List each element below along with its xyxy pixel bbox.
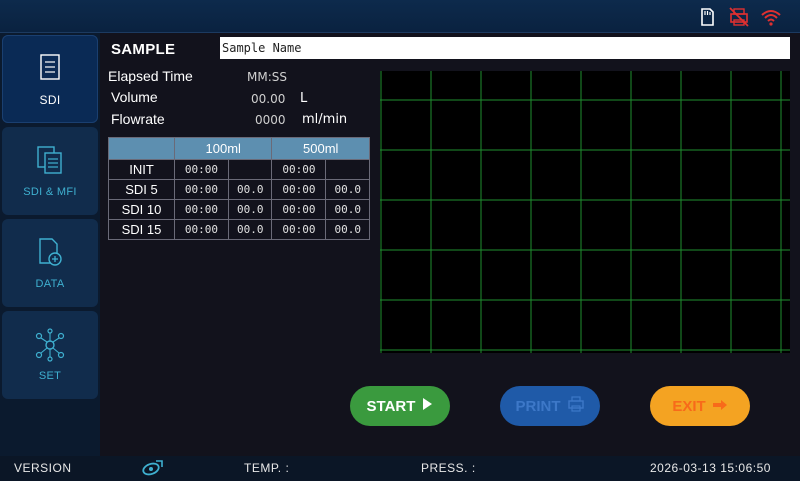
flowrate-unit: ml/min bbox=[302, 112, 348, 127]
table-header-row: 100ml 500ml bbox=[108, 137, 370, 160]
play-icon bbox=[421, 397, 433, 415]
sd-card-icon bbox=[696, 6, 718, 28]
flow-graph bbox=[380, 71, 790, 353]
sidebar-item-label: SET bbox=[38, 370, 62, 382]
main-panel: SAMPLE Elapsed Time MM:SS Volume 00.00 L… bbox=[100, 33, 800, 456]
arrow-right-icon bbox=[712, 398, 728, 415]
table-cell: 00:00 bbox=[271, 179, 327, 200]
printer-disconnected-icon bbox=[728, 6, 750, 28]
table-cell bbox=[227, 159, 273, 180]
print-button-label: PRINT bbox=[515, 397, 561, 415]
flowrate-value: 0000 bbox=[255, 113, 286, 127]
sidebar-item-label: SDI bbox=[39, 93, 61, 107]
table-cell: 00:00 bbox=[174, 159, 229, 180]
sample-name-input[interactable] bbox=[220, 37, 790, 59]
table-cell: 00:00 bbox=[174, 179, 229, 200]
top-status-bar bbox=[0, 0, 800, 33]
table-cell: 00.0 bbox=[227, 199, 273, 220]
volume-label: Volume bbox=[111, 89, 158, 105]
table-cell: 00:00 bbox=[271, 199, 327, 220]
network-settings-icon bbox=[33, 328, 67, 362]
row-label: SDI 15 bbox=[108, 219, 175, 240]
print-button[interactable]: PRINT bbox=[500, 386, 600, 426]
table-cell: 00.0 bbox=[227, 219, 273, 240]
sidebar-item-sdi[interactable]: SDI bbox=[2, 35, 98, 123]
table-row: INIT 00:00 00:00 bbox=[108, 159, 370, 180]
table-cell bbox=[325, 159, 370, 180]
sidebar: SDI SDI & MFI DATA SET bbox=[0, 33, 100, 456]
status-icons bbox=[696, 6, 782, 28]
elapsed-time-value: MM:SS bbox=[247, 70, 287, 84]
volume-unit: L bbox=[300, 91, 308, 106]
table-cell: 00:00 bbox=[174, 199, 229, 220]
table-row: SDI 5 00:00 00.0 00:00 00.0 bbox=[108, 179, 370, 200]
table-cell: 00.0 bbox=[325, 219, 370, 240]
document-icon bbox=[33, 51, 67, 85]
table-cell: 00.0 bbox=[325, 199, 370, 220]
sample-label: SAMPLE bbox=[111, 41, 176, 58]
datetime-display: 2026-03-13 15:06:50 bbox=[650, 461, 771, 475]
sidebar-item-sdi-mfi[interactable]: SDI & MFI bbox=[2, 127, 98, 215]
wifi-warning-icon bbox=[760, 6, 782, 28]
sidebar-item-data[interactable]: DATA bbox=[2, 219, 98, 307]
table-header-500ml: 500ml bbox=[271, 137, 370, 160]
row-label: SDI 10 bbox=[108, 199, 175, 220]
table-cell: 00:00 bbox=[174, 219, 229, 240]
file-add-icon bbox=[33, 236, 67, 270]
temperature-label: TEMP. : bbox=[244, 461, 290, 475]
volume-value: 00.00 bbox=[251, 92, 286, 106]
sidebar-item-set[interactable]: SET bbox=[2, 311, 98, 399]
table-header-100ml: 100ml bbox=[173, 137, 273, 160]
link-refresh-icon bbox=[140, 459, 164, 480]
table-cell: 00:00 bbox=[271, 219, 327, 240]
exit-button-label: EXIT bbox=[672, 397, 706, 415]
documents-icon bbox=[33, 144, 67, 178]
start-button-label: START bbox=[366, 397, 416, 415]
graph-grid bbox=[380, 71, 790, 353]
table-row: SDI 10 00:00 00.0 00:00 00.0 bbox=[108, 199, 370, 220]
bottom-status-bar: VERSION TEMP. : PRESS. : 2026-03-13 15:0… bbox=[0, 456, 800, 481]
exit-button[interactable]: EXIT bbox=[650, 386, 750, 426]
sdi-results-table: 100ml 500ml INIT 00:00 00:00 SDI 5 00:00… bbox=[108, 137, 370, 240]
table-cell: 00:00 bbox=[271, 159, 327, 180]
table-row: SDI 15 00:00 00.0 00:00 00.0 bbox=[108, 219, 370, 240]
flowrate-label: Flowrate bbox=[111, 111, 165, 127]
row-label: INIT bbox=[108, 159, 175, 180]
version-label: VERSION bbox=[14, 461, 72, 475]
printer-icon bbox=[567, 396, 585, 416]
table-cell: 00.0 bbox=[227, 179, 273, 200]
table-header-blank bbox=[108, 137, 175, 160]
sidebar-item-label: DATA bbox=[35, 278, 65, 290]
table-cell: 00.0 bbox=[325, 179, 370, 200]
start-button[interactable]: START bbox=[350, 386, 450, 426]
row-label: SDI 5 bbox=[108, 179, 175, 200]
elapsed-time-label: Elapsed Time bbox=[108, 68, 193, 84]
sidebar-item-label: SDI & MFI bbox=[23, 186, 77, 198]
pressure-label: PRESS. : bbox=[421, 461, 476, 475]
